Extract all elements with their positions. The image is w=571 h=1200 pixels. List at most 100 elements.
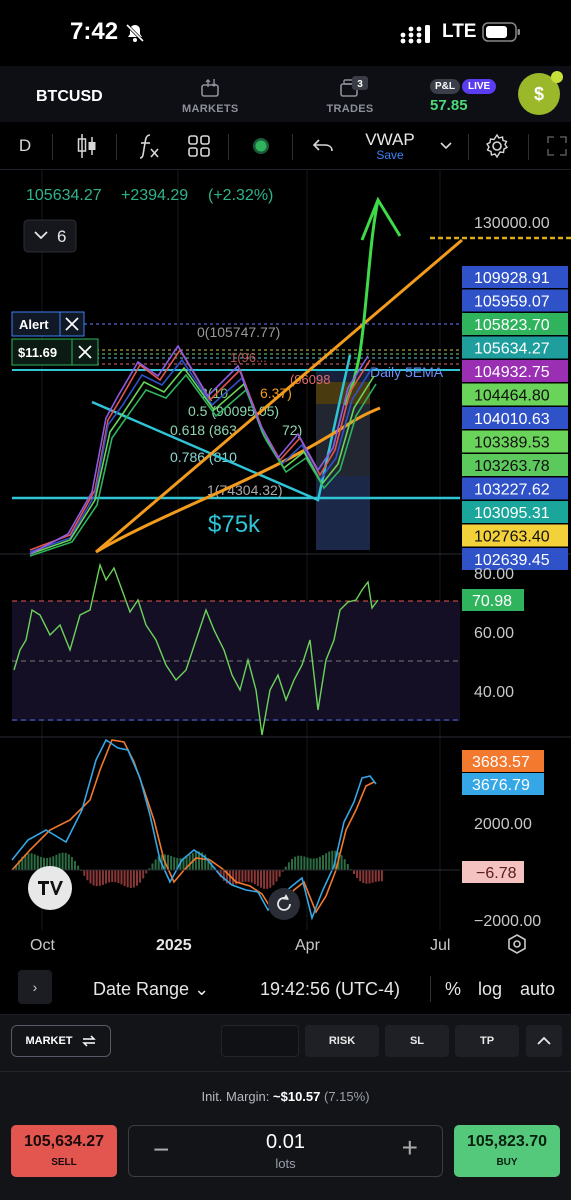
macd-histogram-bar (365, 870, 368, 884)
lots-value[interactable]: 0.01 (129, 1131, 442, 1154)
time-axis-oct: Oct (30, 937, 55, 954)
macd-histogram-bar (287, 862, 290, 870)
header-change-pct: (+2.32%) (208, 187, 273, 204)
macd-histogram-bar (291, 858, 293, 870)
fullscreen-icon[interactable] (544, 132, 570, 160)
price-label: 102763.40 (474, 529, 550, 546)
macd-histogram-bar (120, 870, 123, 885)
init-margin-value: ~$10.57 (273, 1089, 321, 1104)
rsi-axis-40: 40.00 (474, 684, 514, 701)
reset-chart-button[interactable] (268, 888, 300, 920)
markets-tab[interactable]: MARKETS (182, 78, 238, 115)
chevron-down-icon: ⌄ (194, 979, 210, 999)
macd-histogram-bar (244, 870, 247, 882)
macd-histogram-bar (309, 858, 312, 870)
alert-value: $11.69 (18, 345, 57, 360)
price-label: 105634.27 (474, 341, 550, 358)
gear-icon[interactable] (482, 132, 512, 160)
macd-histogram-bar (98, 870, 101, 886)
macd-histogram-bar (27, 853, 30, 870)
macd-histogram-bar (266, 870, 269, 889)
macd-histogram-bar (173, 857, 176, 870)
macd-histogram-bar (300, 855, 303, 870)
take-profit-button[interactable]: TP (455, 1025, 519, 1057)
markets-icon (201, 79, 219, 97)
macd-histogram-bar (353, 870, 355, 874)
record-dot-icon[interactable] (246, 132, 276, 160)
top-nav: BTCUSD MARKETS 3 TRADES P&L LIVE 57.85 $ (0, 66, 571, 122)
sell-label: SELL (51, 1157, 77, 1168)
bell-muted-icon (125, 23, 145, 43)
chart-canvas[interactable]: 105634.27 +2394.29 (+2.32%) 6 130000.00 … (0, 170, 571, 960)
clock-timezone[interactable]: 19:42:56 (UTC-4) (260, 979, 400, 1000)
macd-histogram-bar (328, 851, 331, 870)
macd-histogram-bar (297, 855, 300, 870)
order-type-button[interactable]: MARKET (11, 1025, 111, 1057)
header-price: 105634.27 (26, 187, 102, 204)
header-change: +2394.29 (121, 187, 188, 204)
pl-widget[interactable]: P&L LIVE 57.85 (430, 76, 497, 114)
macd-histogram-bar (275, 870, 278, 882)
sell-button[interactable]: 105,634.27 SELL (11, 1125, 117, 1177)
macd-histogram-bar (136, 870, 138, 886)
collapse-button[interactable]: › (18, 970, 52, 1004)
interval-selector[interactable]: D (10, 132, 40, 160)
network-label: LTE (442, 21, 477, 42)
price-label: 103389.53 (474, 435, 550, 452)
macd-value-1: 3683.57 (472, 754, 530, 771)
alert-widget[interactable]: Alert $11.69 (11, 311, 99, 366)
macd-histogram-bar (126, 870, 129, 888)
trades-badge: 3 (357, 79, 363, 90)
layers-count: 6 (57, 227, 66, 246)
alert-label: Alert (19, 317, 49, 332)
layout-selector[interactable]: VWAP Save (356, 131, 424, 162)
macd-histogram-bar (362, 870, 365, 883)
save-button[interactable]: Save (376, 148, 403, 162)
undo-icon[interactable] (308, 132, 338, 160)
macd-histogram-bar (86, 870, 89, 881)
expand-button[interactable] (526, 1025, 562, 1057)
trades-tab[interactable]: 3 TRADES (325, 76, 375, 115)
chart-toolbar: D VWAP Save (0, 122, 571, 170)
log-scale-toggle[interactable]: log (478, 979, 502, 1000)
price-label: 104932.75 (474, 364, 550, 381)
pl-value: 57.85 (430, 97, 468, 114)
macd-histogram-bar (170, 855, 173, 870)
plus-icon[interactable]: + (402, 1132, 418, 1164)
daily-ema-label: Daily 5EMA (370, 364, 444, 380)
auto-scale-toggle[interactable]: auto (520, 979, 555, 1000)
lots-unit: lots (275, 1156, 296, 1171)
risk-button[interactable]: RISK (305, 1025, 379, 1057)
grid-layout-icon[interactable] (184, 132, 214, 160)
fib-label-0: 0(105747.77) (197, 324, 280, 340)
price-label: 103227.62 (474, 482, 550, 499)
lots-stepper[interactable]: − 0.01 lots + (128, 1125, 443, 1177)
macd-histogram-bar (111, 870, 114, 882)
macd-histogram-bar (77, 865, 80, 870)
stop-loss-button[interactable]: SL (385, 1025, 449, 1057)
chart-settings-icon[interactable] (508, 934, 526, 954)
macd-histogram-bar (74, 861, 76, 870)
notification-dot (551, 71, 563, 83)
macd-histogram-bar (58, 853, 61, 870)
status-time: 7:42 (70, 18, 119, 45)
macd-histogram-bar (241, 870, 244, 883)
macd-histogram-bar (154, 859, 157, 870)
support-label: $75k (208, 511, 261, 538)
date-bar: › Date Range ⌄ 19:42:56 (UTC-4) % log au… (0, 962, 571, 1014)
macd-histogram-bar (114, 870, 117, 883)
empty-slot (221, 1025, 299, 1057)
status-bar: 7:42 LTE (0, 0, 571, 66)
candles-icon[interactable] (72, 132, 102, 160)
chevron-down-icon[interactable] (436, 132, 456, 160)
macd-histogram-bar (117, 870, 120, 883)
tradingview-logo (28, 866, 72, 910)
percent-scale-toggle[interactable]: % (445, 979, 461, 1000)
layers-button[interactable]: 6 (23, 219, 77, 253)
symbol-selector[interactable]: BTCUSD (36, 88, 103, 106)
buy-button[interactable]: 105,823.70 BUY (454, 1125, 560, 1177)
macd-histogram-bar (253, 870, 256, 885)
date-range-selector[interactable]: Date Range ⌄ (93, 979, 209, 1000)
fx-indicators-icon[interactable] (134, 132, 164, 160)
chart-area[interactable]: 105634.27 +2394.29 (+2.32%) 6 130000.00 … (0, 170, 571, 960)
